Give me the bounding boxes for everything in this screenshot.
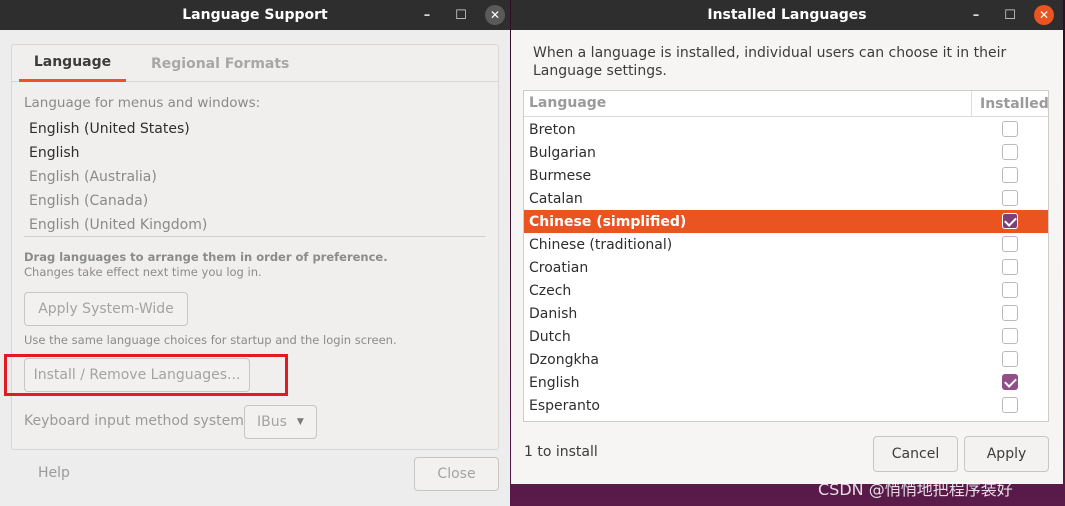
column-header-language[interactable]: Language (529, 95, 606, 111)
table-row[interactable]: Croatian (524, 256, 1048, 279)
table-row[interactable]: Chinese (simplified) (524, 210, 1048, 233)
maximize-icon[interactable]: ☐ (444, 0, 478, 30)
close-window-button[interactable]: ✕ (478, 0, 510, 30)
highlight-annotation (4, 354, 288, 396)
language-name: Esperanto (529, 397, 600, 414)
language-name: Czech (529, 282, 572, 299)
installed-checkbox[interactable] (1002, 190, 1018, 206)
table-row[interactable]: Esperanto (524, 394, 1048, 417)
drag-note: Drag languages to arrange them in order … (24, 250, 388, 264)
language-name: Catalan (529, 190, 583, 207)
table-row[interactable]: English (524, 371, 1048, 394)
chevron-down-icon: ▼ (296, 417, 304, 427)
installed-checkbox[interactable] (1002, 167, 1018, 183)
language-name: Chinese (traditional) (529, 236, 673, 253)
close-icon: ✕ (485, 5, 505, 25)
installed-checkbox[interactable] (1002, 236, 1018, 252)
watermark: CSDN @悄悄地把程序装好 (818, 480, 1013, 499)
help-button[interactable]: Help (38, 465, 70, 481)
tab-bar: Language Regional Formats (12, 45, 498, 82)
language-name: Croatian (529, 259, 589, 276)
language-item[interactable]: English (Canada) (29, 193, 148, 209)
table-row[interactable]: Danish (524, 302, 1048, 325)
installed-checkbox[interactable] (1002, 305, 1018, 321)
language-item[interactable]: English (Australia) (29, 169, 157, 185)
close-button[interactable]: Close (414, 457, 499, 491)
close-window-button[interactable]: ✕ (1027, 0, 1061, 30)
table-row[interactable]: Catalan (524, 187, 1048, 210)
installed-checkbox[interactable] (1002, 144, 1018, 160)
installed-checkbox[interactable] (1002, 213, 1018, 229)
language-item[interactable]: English (29, 145, 80, 161)
language-item[interactable]: English (United States) (29, 121, 190, 137)
language-support-window: Language Support – ☐ ✕ Language Regional… (0, 0, 510, 506)
installed-checkbox[interactable] (1002, 374, 1018, 390)
menus-label: Language for menus and windows: (24, 95, 261, 111)
cancel-button[interactable]: Cancel (873, 436, 958, 472)
apply-system-wide-button[interactable]: Apply System-Wide (24, 292, 188, 326)
table-row[interactable]: Burmese (524, 164, 1048, 187)
table-row[interactable]: Bulgarian (524, 141, 1048, 164)
installed-checkbox[interactable] (1002, 397, 1018, 413)
language-name: Chinese (simplified) (529, 213, 687, 230)
keyboard-input-dropdown[interactable]: IBus ▼ (244, 405, 317, 439)
titlebar: Language Support – ☐ ✕ (0, 0, 510, 30)
window-controls: – ☐ ✕ (410, 0, 510, 30)
maximize-icon[interactable]: ☐ (993, 0, 1027, 30)
window-controls: – ☐ ✕ (959, 0, 1061, 30)
language-item[interactable]: English (United Kingdom) (29, 217, 207, 233)
installed-checkbox[interactable] (1002, 121, 1018, 137)
language-name: Dutch (529, 328, 571, 345)
window-title: Language Support (182, 7, 328, 23)
apply-button[interactable]: Apply (964, 436, 1049, 472)
language-name: Breton (529, 121, 576, 138)
window-title: Installed Languages (707, 7, 867, 23)
installed-languages-window: Installed Languages – ☐ ✕ When a languag… (511, 0, 1063, 484)
intro-text: When a language is installed, individual… (533, 45, 1007, 79)
table-header: Language Installed (524, 91, 1048, 117)
language-name: Dzongkha (529, 351, 600, 368)
table-row[interactable]: Dzongkha (524, 348, 1048, 371)
language-name: Burmese (529, 167, 592, 184)
language-name: English (529, 374, 580, 391)
installed-checkbox[interactable] (1002, 328, 1018, 344)
table-row[interactable]: Dutch (524, 325, 1048, 348)
tab-language[interactable]: Language (19, 45, 126, 82)
keyboard-input-label: Keyboard input method system: (24, 413, 249, 429)
table-row[interactable]: Breton (524, 118, 1048, 141)
installed-checkbox[interactable] (1002, 259, 1018, 275)
close-icon: ✕ (1034, 5, 1054, 25)
tab-regional-formats[interactable]: Regional Formats (151, 45, 289, 82)
installed-checkbox[interactable] (1002, 351, 1018, 367)
titlebar: Installed Languages – ☐ ✕ (511, 0, 1063, 30)
language-name: Bulgarian (529, 144, 596, 161)
language-name: Danish (529, 305, 578, 322)
languages-table: Language Installed Breton Bulgarian Burmes… (523, 90, 1049, 422)
installed-checkbox[interactable] (1002, 282, 1018, 298)
changes-note: Changes take effect next time you log in… (24, 265, 262, 279)
same-choices-note: Use the same language choices for startu… (24, 333, 397, 347)
column-header-installed[interactable]: Installed (971, 91, 1048, 117)
minimize-icon[interactable]: – (959, 0, 993, 30)
status-text: 1 to install (524, 444, 598, 460)
table-row[interactable]: Czech (524, 279, 1048, 302)
minimize-icon[interactable]: – (410, 0, 444, 30)
keyboard-input-value: IBus (257, 414, 287, 430)
table-row[interactable]: Chinese (traditional) (524, 233, 1048, 256)
language-list: English (United States) English English … (24, 117, 486, 237)
